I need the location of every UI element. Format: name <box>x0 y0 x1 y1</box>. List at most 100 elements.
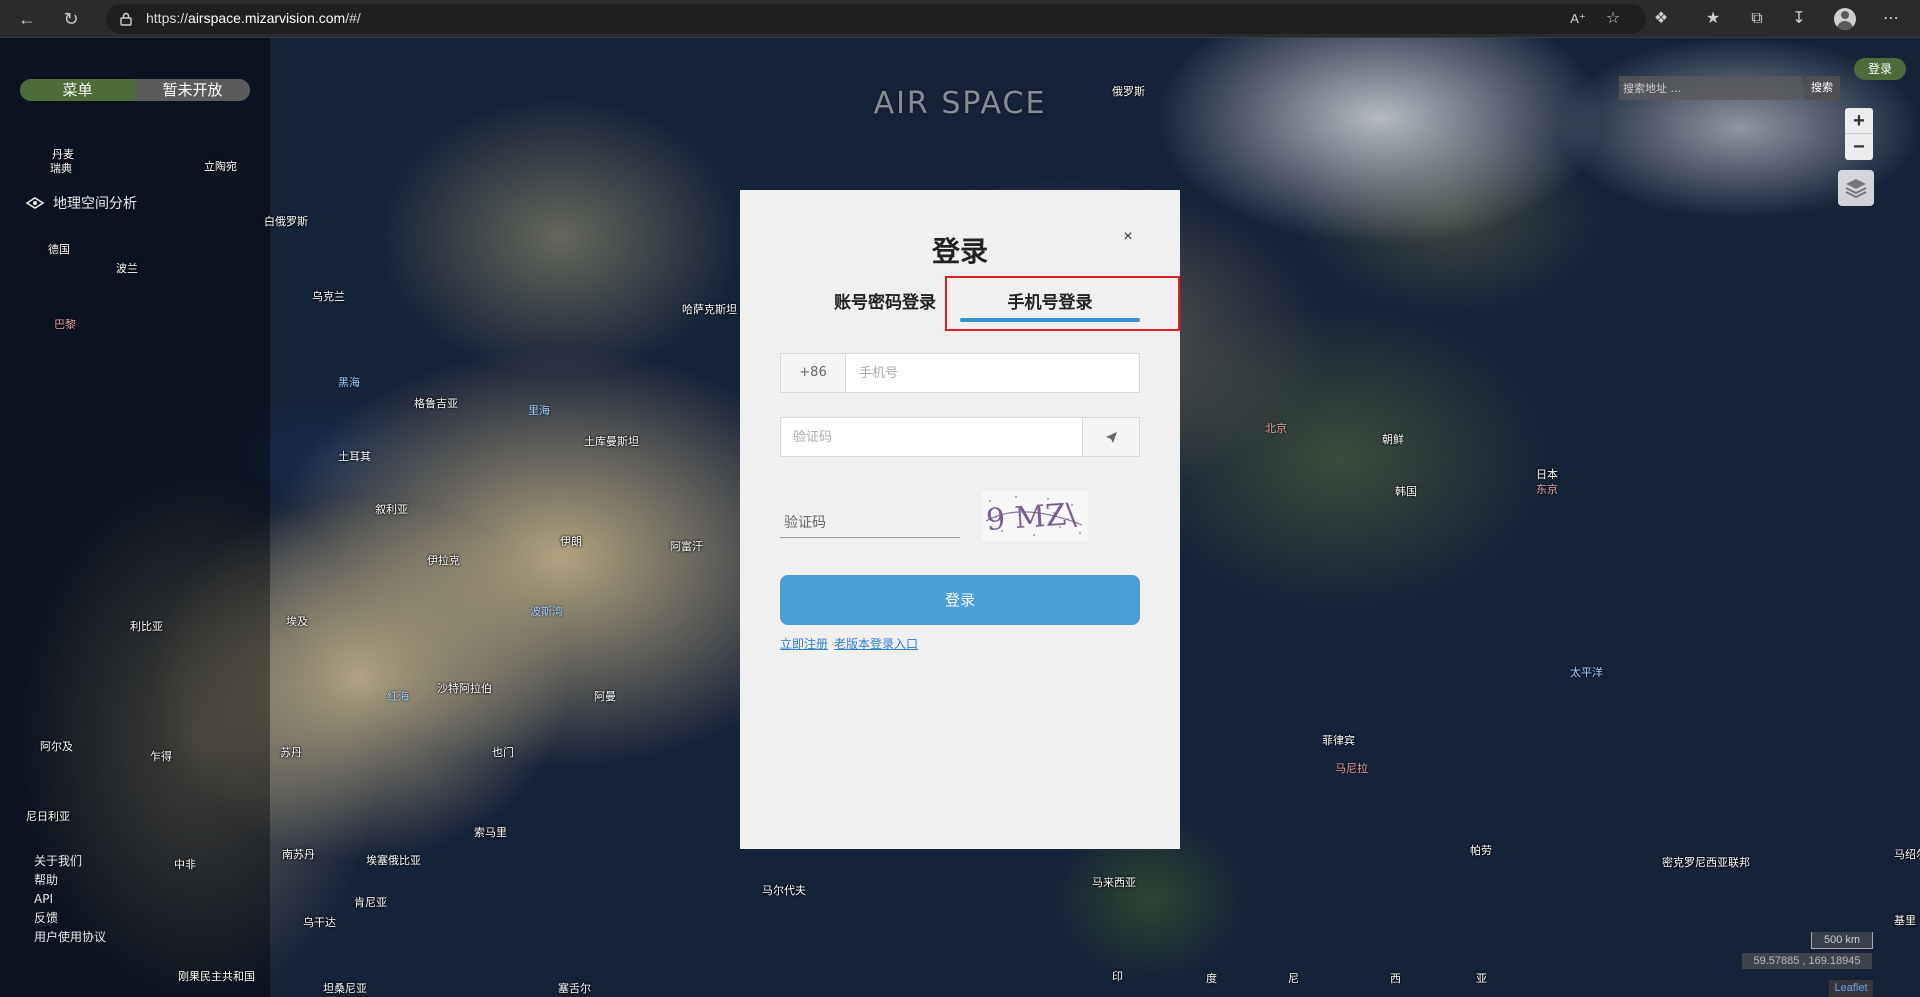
tab-account-login[interactable]: 账号密码登录 <box>812 288 958 313</box>
collections-icon[interactable]: ⧉ <box>1744 7 1770 31</box>
geo-analysis-label: 地理空间分析 <box>53 196 137 212</box>
sms-code-group <box>780 417 1140 457</box>
map-label: 哈萨克斯坦 <box>682 303 737 316</box>
map-label: 帕劳 <box>1470 844 1492 857</box>
map-label: 日本 <box>1536 468 1558 481</box>
map-label: 阿尔及 <box>40 740 73 753</box>
menu-segment[interactable]: 菜单 <box>20 79 135 101</box>
map-label: 埃塞俄比亚 <box>366 854 421 867</box>
top-login-button[interactable]: 登录 <box>1854 58 1906 80</box>
footer-link-feedback[interactable]: 反馈 <box>34 909 106 928</box>
footer-links: 关于我们 帮助 API 反馈 用户使用协议 <box>34 852 106 947</box>
register-link[interactable]: 立即注册 <box>780 637 828 651</box>
read-aloud-icon[interactable]: A⁺ <box>1565 7 1591 31</box>
map-label: 黑海 <box>338 376 360 389</box>
geo-analysis-item[interactable]: 地理空间分析 <box>25 193 137 213</box>
captcha-image[interactable]: 9 MZ\ <box>982 491 1088 541</box>
favorites-icon[interactable]: ★ <box>1700 7 1726 31</box>
map-label: 菲律宾 <box>1322 734 1355 747</box>
map-label: 波兰 <box>116 262 138 275</box>
not-open-segment[interactable]: 暂未开放 <box>135 79 250 101</box>
map-label: 也门 <box>492 746 514 759</box>
drone-icon <box>25 197 45 209</box>
map-label: 瑞典 <box>50 162 72 175</box>
map-label: 土耳其 <box>338 450 371 463</box>
map-label: 马尼拉 <box>1335 762 1368 775</box>
map-label: 伊拉克 <box>427 554 460 567</box>
map-label: 乍得 <box>150 750 172 763</box>
search-address-input[interactable] <box>1619 76 1802 100</box>
close-icon[interactable]: × <box>1120 229 1136 245</box>
map-label: 里海 <box>528 404 550 417</box>
map-label: 中非 <box>174 858 196 871</box>
map-label: 尼日利亚 <box>26 810 70 823</box>
map-label: 东京 <box>1536 483 1558 496</box>
login-modal: 登录 × 账号密码登录 手机号登录 +86 9 MZ\ 登录 <box>740 190 1180 849</box>
map-label: 巴黎 <box>54 318 76 331</box>
map-label: 利比亚 <box>130 620 163 633</box>
back-arrow-icon[interactable]: ← <box>14 7 40 31</box>
address-bar[interactable]: https://airspace.mizarvision.com/#/ <box>106 4 1646 34</box>
map-label: 尼 <box>1288 972 1299 985</box>
modal-links: 立即注册 老版本登录入口 <box>780 635 924 652</box>
send-icon <box>1106 432 1117 443</box>
url-text[interactable]: https://airspace.mizarvision.com/#/ <box>146 10 361 26</box>
zoom-in-button[interactable]: + <box>1845 108 1873 134</box>
map-label: 基里 <box>1894 914 1916 927</box>
map-label: 马来西亚 <box>1092 876 1136 889</box>
menu-toggle[interactable]: 菜单 暂未开放 <box>20 79 250 101</box>
map-label: 格鲁吉亚 <box>414 397 458 410</box>
map-label: 亚 <box>1476 972 1487 985</box>
modal-title: 登录 <box>931 235 988 268</box>
scale-bar: 500 km <box>1811 932 1873 949</box>
browser-toolbar: ← ↻ https://airspace.mizarvision.com/#/ … <box>0 0 1920 38</box>
captcha-graphic: 9 MZ\ <box>982 491 1088 541</box>
map-label: 太平洋 <box>1570 666 1603 679</box>
footer-link-api[interactable]: API <box>34 890 106 909</box>
captcha-text: 9 MZ\ <box>985 497 1078 538</box>
phone-input[interactable] <box>859 354 1129 392</box>
map-label: 北京 <box>1265 422 1287 435</box>
coordinate-readout: 59.57885 , 169.18945 <box>1742 953 1872 969</box>
map-label: 印 <box>1112 970 1123 983</box>
zoom-control: + − <box>1845 108 1873 160</box>
map-label: 阿富汗 <box>670 540 703 553</box>
map-label: 肯尼亚 <box>354 896 387 909</box>
downloads-icon[interactable]: ↧ <box>1786 7 1812 31</box>
map-label: 红海 <box>387 690 409 703</box>
map-label: 阿曼 <box>594 690 616 703</box>
country-code[interactable]: +86 <box>781 354 846 392</box>
profile-avatar[interactable] <box>1834 8 1856 30</box>
lock-icon[interactable] <box>120 12 132 26</box>
map-label: 坦桑尼亚 <box>323 982 367 995</box>
login-submit-button[interactable]: 登录 <box>780 575 1140 625</box>
extensions-icon[interactable]: ❖ <box>1648 7 1674 31</box>
search-button[interactable]: 搜索 <box>1804 76 1840 100</box>
map-label: 立陶宛 <box>204 160 237 173</box>
map-label: 波斯湾 <box>530 605 563 618</box>
send-code-button[interactable] <box>1082 418 1139 456</box>
map-label: 索马里 <box>474 826 507 839</box>
favorite-add-icon[interactable]: ☆ <box>1600 7 1626 31</box>
map-label: 刚果民主共和国 <box>178 970 255 983</box>
more-menu-icon[interactable]: ⋯ <box>1878 7 1904 31</box>
map-label: 马尔代夫 <box>762 884 806 897</box>
footer-link-terms[interactable]: 用户使用协议 <box>34 928 106 947</box>
map-label: 韩国 <box>1395 485 1417 498</box>
zoom-out-button[interactable]: − <box>1845 134 1873 160</box>
leaflet-attribution[interactable]: Leaflet <box>1829 980 1873 997</box>
map-label: 乌干达 <box>303 916 336 929</box>
map-label: 朝鲜 <box>1382 433 1404 446</box>
map-label: 塞舌尔 <box>558 982 591 995</box>
map-label: 南苏丹 <box>282 848 315 861</box>
footer-link-about[interactable]: 关于我们 <box>34 852 106 871</box>
tab-highlight-box <box>945 276 1180 331</box>
legacy-login-link[interactable]: 老版本登录入口 <box>834 637 918 651</box>
refresh-icon[interactable]: ↻ <box>58 7 84 31</box>
layers-icon <box>1845 179 1867 199</box>
footer-link-help[interactable]: 帮助 <box>34 871 106 890</box>
captcha-input[interactable] <box>780 500 960 538</box>
layers-button[interactable] <box>1838 170 1874 206</box>
map-label: 德国 <box>48 243 70 256</box>
sms-code-input[interactable] <box>793 418 1073 456</box>
